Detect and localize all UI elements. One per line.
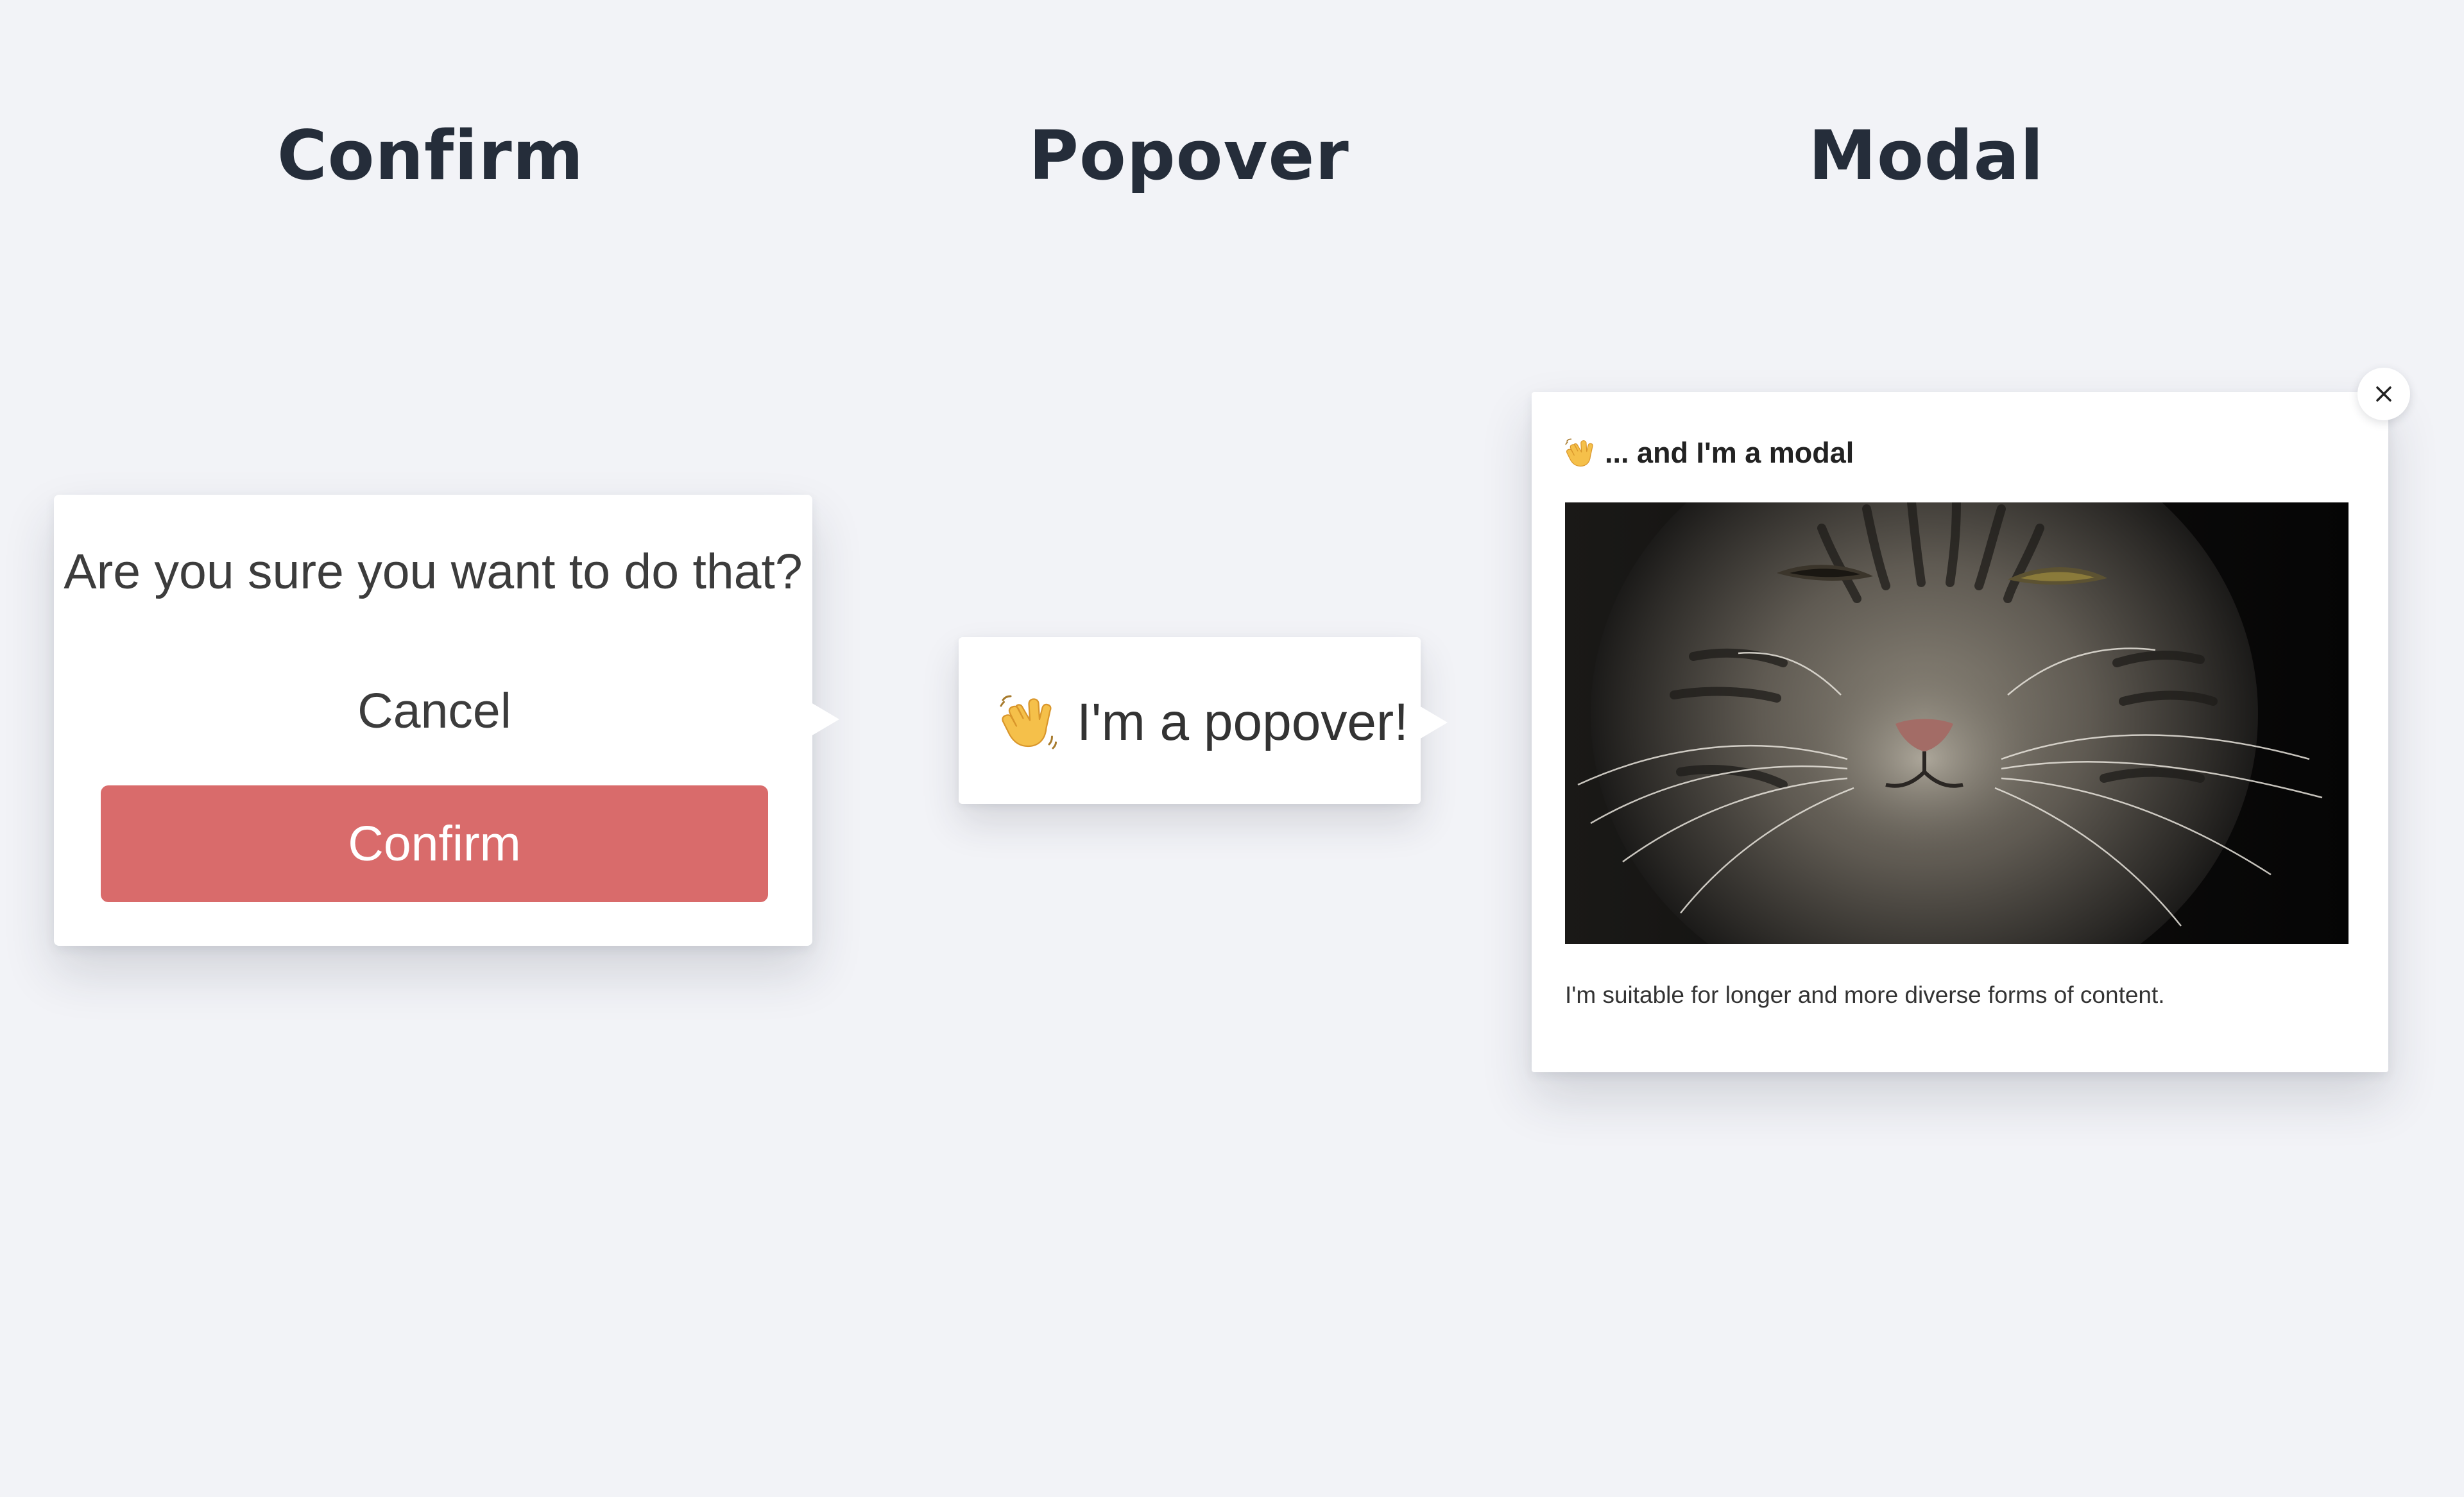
- waving-hand-icon: [1564, 437, 1597, 470]
- confirm-question: Are you sure you want to do that?: [64, 544, 803, 599]
- modal-title: ... and I'm a modal: [1605, 436, 1854, 469]
- modal-close-button[interactable]: [2357, 368, 2410, 420]
- confirm-button[interactable]: Confirm: [101, 785, 768, 902]
- popover: I'm a popover!: [959, 637, 1421, 804]
- close-icon: [2376, 386, 2391, 402]
- cat-photo: [1565, 502, 2348, 944]
- modal-heading: Modal: [1808, 116, 2044, 195]
- confirm-pointer-arrow: [811, 703, 839, 736]
- cancel-button[interactable]: Cancel: [101, 669, 767, 753]
- popover-heading: Popover: [1029, 116, 1349, 195]
- waving-hand-icon: [997, 692, 1059, 754]
- popover-text: I'm a popover!: [1077, 693, 1409, 751]
- confirm-dialog: Are you sure you want to do that? Cancel…: [54, 495, 812, 946]
- modal-body-text: I'm suitable for longer and more diverse…: [1565, 982, 2165, 1008]
- popover-pointer-arrow: [1419, 706, 1448, 739]
- modal: ... and I'm a modal I'm suitable for lon…: [1532, 392, 2388, 1072]
- confirm-heading: Confirm: [277, 116, 585, 195]
